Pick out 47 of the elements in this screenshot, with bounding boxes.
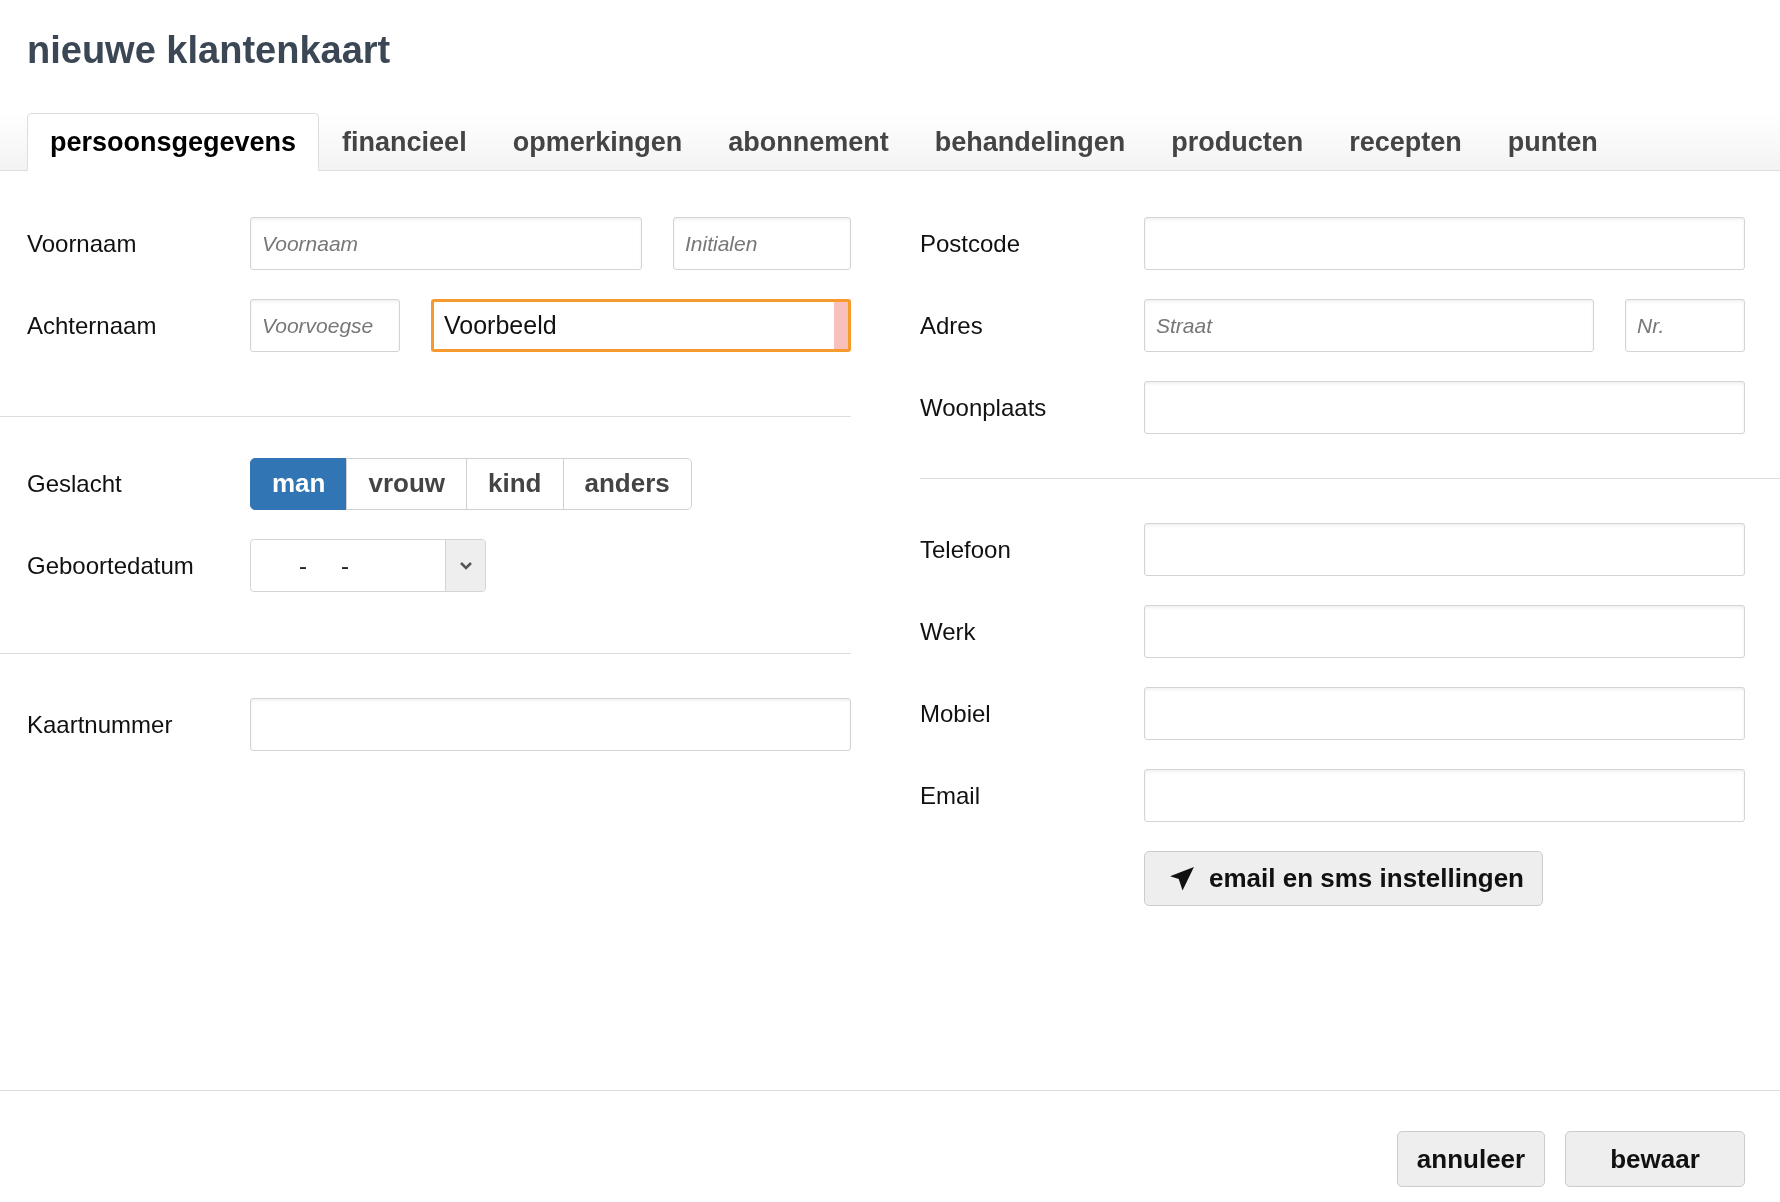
field-label: Telefoon (920, 535, 1012, 564)
tab[interactable]: recepten (1326, 113, 1485, 171)
footer-button[interactable]: annuleer (1397, 1131, 1545, 1187)
field-label: Geslacht (27, 469, 123, 498)
field-label: Achternaam (27, 311, 158, 340)
field-label: Mobiel (920, 699, 992, 728)
tab[interactable]: producten (1148, 113, 1327, 171)
tab[interactable]: opmerkingen (489, 113, 706, 171)
date-separator: - (341, 551, 349, 580)
date-dropdown-button[interactable] (445, 540, 485, 591)
gender-option[interactable]: man (250, 457, 348, 510)
field-label: Woonplaats (920, 393, 1048, 422)
text-field[interactable] (1144, 523, 1745, 576)
tab[interactable]: persoonsgegevens (27, 113, 320, 171)
footer-button[interactable]: bewaar (1565, 1131, 1745, 1187)
field-label: Email (920, 781, 981, 810)
tab[interactable]: behandelingen (911, 113, 1149, 171)
field-label: Adres (920, 311, 984, 340)
tab[interactable]: financieel (319, 113, 490, 171)
field-label: Kaartnummer (27, 710, 174, 739)
tab[interactable]: punten (1484, 113, 1621, 171)
email-sms-settings-button[interactable]: email en sms instellingen (1144, 851, 1543, 906)
gender-option[interactable]: kind (466, 457, 564, 510)
date-field[interactable]: - - (250, 539, 486, 592)
text-field[interactable] (1144, 687, 1745, 740)
text-field[interactable] (1144, 217, 1745, 270)
chevron-down-icon (458, 560, 473, 571)
field-label: Voornaam (27, 229, 138, 258)
text-field[interactable] (1144, 381, 1745, 434)
text-field[interactable]: Initialen (673, 217, 851, 270)
text-field[interactable] (1144, 769, 1745, 822)
page-title: nieuwe klantenkaart (27, 28, 392, 72)
field-label: Postcode (920, 229, 1022, 258)
date-separator: - (299, 551, 307, 580)
field-label: Geboortedatum (27, 551, 195, 580)
send-icon (1169, 865, 1195, 892)
text-field[interactable]: Nr. (1625, 299, 1745, 352)
text-field[interactable]: Voorbeeld (431, 299, 851, 352)
text-field[interactable]: Voorvoegse (250, 299, 400, 352)
tab[interactable]: abonnement (705, 113, 912, 171)
text-field[interactable]: Straat (1144, 299, 1594, 352)
text-field[interactable] (1144, 605, 1745, 658)
text-field[interactable] (250, 698, 851, 751)
text-field[interactable]: Voornaam (250, 217, 642, 270)
field-label: Werk (920, 617, 977, 646)
gender-option[interactable]: anders (562, 457, 692, 510)
gender-option[interactable]: vrouw (346, 457, 468, 510)
